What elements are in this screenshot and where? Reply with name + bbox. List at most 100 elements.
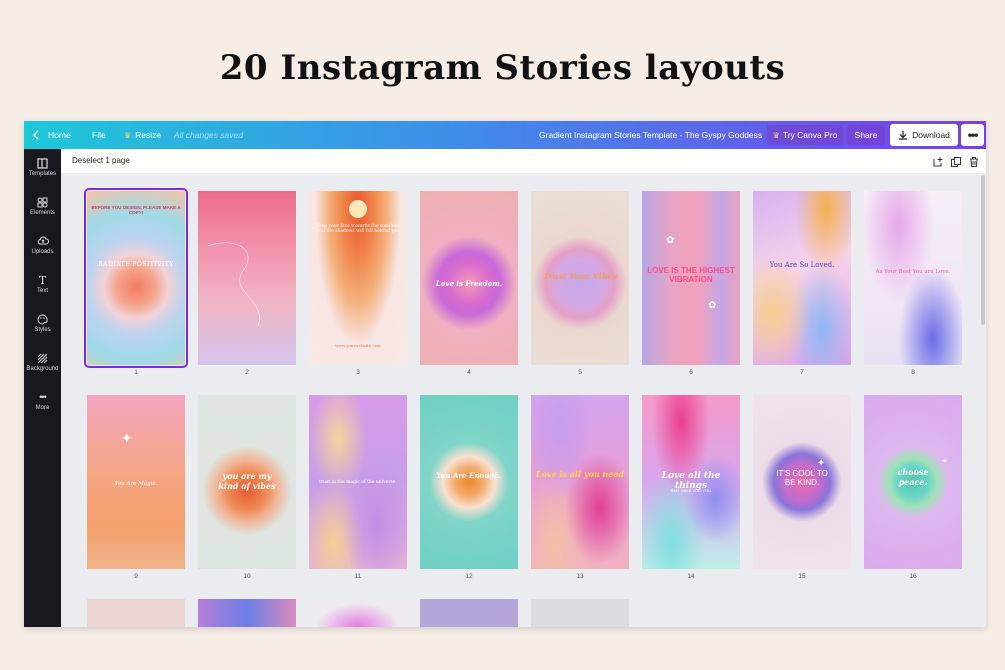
palette-icon [37, 313, 49, 325]
page-number: 15 [798, 573, 806, 580]
page-thumbnail-18[interactable] [198, 599, 296, 627]
sidebar-item-uploads[interactable]: Uploads [24, 235, 61, 271]
delete-page-icon[interactable] [968, 155, 980, 167]
page-text: As Your Best You are Love. [875, 269, 951, 275]
page-text: You Are Enough. [436, 471, 502, 480]
page-number: 16 [909, 573, 917, 580]
page-thumbnail-16[interactable]: choose peace. ✦ [864, 395, 962, 569]
download-label: Download [912, 130, 950, 140]
page-thumbnail-7[interactable]: You Are So Loved. [753, 191, 851, 365]
page-text: RADIATE POSITIVITY [98, 261, 174, 268]
page-thumbnail-13[interactable]: Love is all you need [531, 395, 629, 569]
add-page-icon[interactable] [932, 155, 944, 167]
page-thumbnail-10[interactable]: you are my kind of vibes [198, 395, 296, 569]
page-thumbnail-17[interactable] [87, 599, 185, 627]
download-icon [899, 131, 908, 140]
sidebar-item-label: Elements [29, 210, 55, 216]
left-sidebar: Templates Elements Uploads T Text Styles… [24, 149, 61, 627]
sidebar-item-more[interactable]: ••• More [24, 391, 61, 427]
page-thumbnail-6[interactable]: LOVE IS THE HIGHEST VIBRATION ✿ ✿ [642, 191, 740, 365]
sidebar-item-label: Styles [34, 327, 51, 333]
more-options-button[interactable]: ••• [961, 124, 984, 146]
page-text: Trust Your Vibes [543, 271, 617, 281]
sidebar-item-label: Background [26, 366, 59, 372]
page-thumbnail-2[interactable] [198, 191, 296, 365]
vertical-scrollbar[interactable] [981, 175, 985, 325]
page-number: 10 [243, 573, 251, 580]
deselect-pages-button[interactable]: Deselect 1 page [72, 156, 130, 165]
page-text: trust in the magic of the universe. [319, 480, 397, 485]
page-text: IT'S COOL TO BE KIND. [776, 469, 828, 487]
page-thumbnail-15[interactable]: IT'S COOL TO BE KIND. ✦ [753, 395, 851, 569]
page-website: www.yourwebsite.com [335, 343, 381, 348]
page-number: 5 [578, 369, 582, 376]
page-text: Love is all you need [535, 469, 625, 479]
page-thumbnail-4[interactable]: Love is Freedom. [420, 191, 518, 365]
crown-icon: ♛ [124, 130, 132, 140]
page-text: choose peace. [897, 467, 929, 487]
sidebar-item-templates[interactable]: Templates [24, 157, 61, 193]
elements-icon [37, 196, 49, 208]
crown-icon: ♛ [772, 130, 780, 140]
page-thumbnail-3[interactable]: Keep your face towards the sunshine and … [309, 191, 407, 365]
page-number: 11 [354, 573, 362, 580]
sidebar-item-label: Text [36, 288, 48, 294]
sidebar-item-label: Templates [28, 171, 57, 177]
templates-icon [37, 157, 49, 169]
page-thumbnail-20[interactable] [420, 599, 518, 627]
page-thumbnail-8[interactable]: As Your Best You are Love. [864, 191, 962, 365]
try-pro-label: Try Canva Pro [782, 130, 838, 140]
page-number: 7 [800, 369, 804, 376]
chevron-left-icon[interactable] [32, 121, 44, 149]
sidebar-item-label: Uploads [31, 249, 54, 255]
page-number: 14 [687, 573, 695, 580]
sidebar-item-label: More [35, 405, 50, 411]
sidebar-item-elements[interactable]: Elements [24, 196, 61, 232]
try-canva-pro-button[interactable]: ♛ Try Canva Pro [767, 125, 843, 145]
page-number: 4 [467, 369, 471, 376]
resize-button[interactable]: ♛ Resize [124, 121, 161, 149]
pages-grid-area: Deselect 1 page BEFORE YOU DESIGN, PLEAS… [61, 149, 986, 627]
page-number: 9 [134, 573, 138, 580]
add-page-placeholder[interactable] [531, 599, 629, 627]
page-thumbnail-1[interactable]: BEFORE YOU DESIGN, PLEASE MAKE A COPY! R… [84, 188, 188, 368]
download-button[interactable]: Download [890, 124, 958, 146]
sidebar-item-styles[interactable]: Styles [24, 313, 61, 349]
resize-label: Resize [135, 130, 162, 140]
page-thumbnail-9[interactable]: ✦ You Are Magic. [87, 395, 185, 569]
page-text: You Are Magic. [114, 481, 158, 487]
page-text: Keep your face towards the sunshine and … [315, 224, 401, 234]
page-number: 2 [245, 369, 249, 376]
page-subtext: THAT MAKE YOU, YOU. [670, 489, 712, 493]
page-number: 3 [356, 369, 360, 376]
duplicate-page-icon[interactable] [950, 155, 962, 167]
page-text: LOVE IS THE HIGHEST VIBRATION [647, 266, 735, 284]
save-status: All changes saved [174, 130, 243, 140]
page-thumbnail-12[interactable]: You Are Enough. [420, 395, 518, 569]
share-button[interactable]: Share [847, 125, 885, 145]
page-number: 13 [576, 573, 584, 580]
page-thumbnail-11[interactable]: trust in the magic of the universe. [309, 395, 407, 569]
page-text: You Are So Loved. [769, 261, 835, 269]
page-thumbnail-14[interactable]: Love all the things THAT MAKE YOU, YOU. [642, 395, 740, 569]
page-text: Love is Freedom. [435, 279, 503, 288]
document-title[interactable]: Gradient Instagram Stories Template - Th… [539, 121, 762, 149]
page-thumbnail-5[interactable]: Trust Your Vibes [531, 191, 629, 365]
top-toolbar: Home File ♛ Resize All changes saved Gra… [24, 121, 986, 149]
file-menu-button[interactable]: File [92, 121, 106, 149]
text-icon: T [38, 273, 47, 287]
page-thumbnail-19[interactable] [309, 599, 407, 627]
sidebar-item-background[interactable]: Background [24, 352, 61, 388]
page-number: 12 [465, 573, 473, 580]
editor-window: Home File ♛ Resize All changes saved Gra… [24, 121, 986, 627]
page-number: 6 [689, 369, 693, 376]
page-text: Love all the things [661, 471, 721, 491]
page-headline: 20 Instagram Stories layouts [219, 48, 786, 88]
page-copy-warning: BEFORE YOU DESIGN, PLEASE MAKE A COPY! [91, 205, 181, 215]
page-number: 8 [911, 369, 915, 376]
page-number: 1 [134, 369, 138, 376]
page-toolbar: Deselect 1 page [61, 149, 986, 173]
sidebar-item-text[interactable]: T Text [24, 274, 61, 310]
home-button[interactable]: Home [48, 121, 71, 149]
more-icon: ••• [39, 392, 46, 402]
